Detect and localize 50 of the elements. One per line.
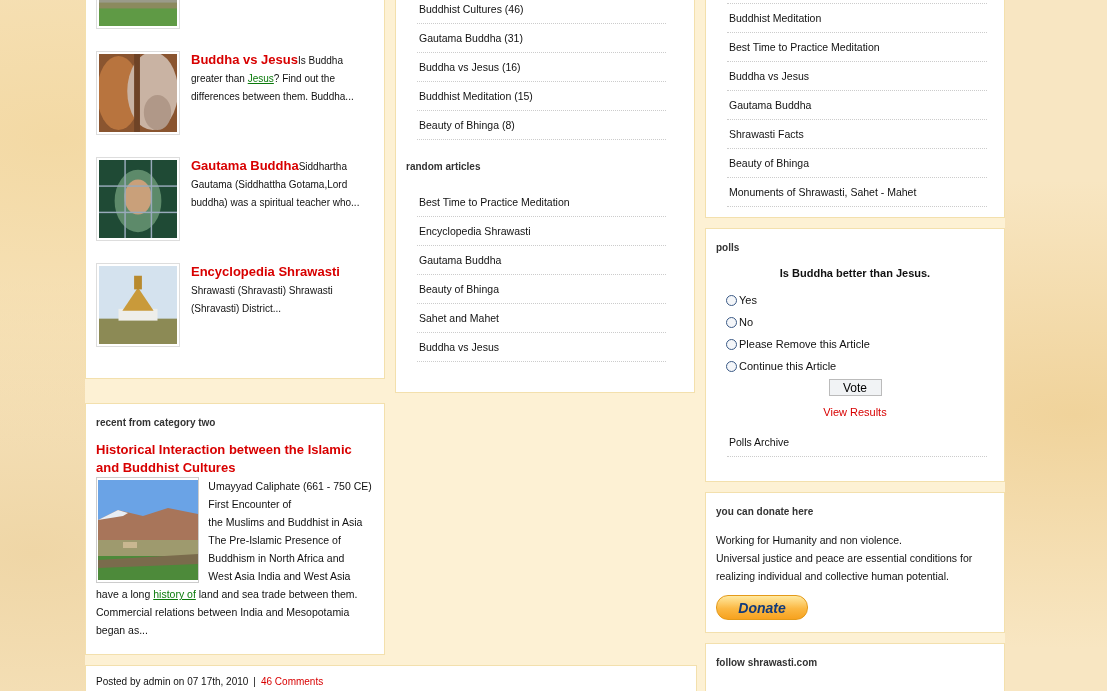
article-title-link[interactable]: Buddha vs Jesus	[191, 52, 298, 67]
article-excerpt: Buddha vs JesusIs Buddha greater than Jesus? Find out the differences between them. Buddha...	[191, 51, 355, 104]
donate-text: Working for Humanity and non violence. Universal justice and peace are essential conditions for realizing individual and collective human potential.	[716, 533, 974, 584]
category-link[interactable]: Buddhist Meditation (15)	[419, 90, 533, 102]
article-link[interactable]: Encyclopedia Shrawasti	[419, 225, 531, 237]
radio-button[interactable]	[726, 360, 737, 372]
article-link[interactable]: Buddha vs Jesus	[729, 70, 809, 82]
section-heading: recent from category two	[96, 416, 217, 430]
article-excerpt: Encyclopedia Shrawasti Shrawasti (Shravasti) Shrawasti (Shravasti) District...	[191, 263, 341, 316]
category-link[interactable]: Beauty of Bhinga (8)	[419, 119, 515, 131]
article-link[interactable]: Monuments of Shrawasti, Sahet - Mahet	[729, 186, 917, 198]
article-link[interactable]: Gautama Buddha	[419, 254, 502, 266]
option-label: Continue this Article	[739, 360, 837, 372]
radio-button[interactable]	[726, 338, 737, 350]
article-title-link[interactable]: Historical Interaction between the Islamic and Buddhist Cultures	[96, 441, 374, 477]
article-link[interactable]: Best Time to Practice Meditation	[419, 196, 570, 208]
article-link[interactable]: Buddhist Meditation	[729, 12, 822, 24]
article-excerpt: Gautama BuddhaSiddhartha Gautama (Siddhattha Gotama,Lord buddha) was a spiritual teacher who...	[191, 157, 361, 210]
tag-link[interactable]: history of	[153, 588, 196, 600]
category-link[interactable]: Gautama Buddha (31)	[419, 32, 523, 44]
article-excerpt: have a long history of land and sea trade between them. Commercial relations between India and Mesopotamia began as...	[96, 587, 359, 638]
article-link[interactable]: Sahet and Mahet	[419, 312, 499, 324]
separator: |	[253, 676, 256, 687]
radio-button[interactable]	[726, 294, 737, 306]
article-link[interactable]: Shrawasti Facts	[729, 128, 804, 140]
option-label: No	[739, 316, 754, 328]
article-link[interactable]: Gautama Buddha	[729, 99, 812, 111]
article-title-link[interactable]: Encyclopedia Shrawasti	[191, 264, 340, 279]
category-link[interactable]: Buddhist Cultures (46)	[419, 3, 524, 15]
tag-link[interactable]: Jesus	[247, 73, 274, 84]
section-heading: random articles	[406, 160, 482, 174]
section-heading: follow shrawasti.com	[716, 656, 819, 670]
polls-archive-link[interactable]: Polls Archive	[729, 436, 790, 448]
view-results-link[interactable]: View Results	[823, 406, 887, 418]
article-link[interactable]: Beauty of Bhinga	[729, 157, 809, 169]
radio-button[interactable]	[726, 316, 737, 328]
post-meta: Posted by admin on 07 17th, 2010	[96, 676, 249, 687]
article-link[interactable]: Best Time to Practice Meditation	[729, 41, 880, 53]
vote-button[interactable]: Vote	[828, 379, 882, 396]
section-heading: polls	[716, 241, 741, 255]
comments-link[interactable]: 46 Comments	[260, 676, 324, 687]
article-link[interactable]: Buddha vs Jesus	[419, 341, 499, 353]
option-label: Yes	[739, 294, 757, 306]
poll-question: Is Buddha better than Jesus.	[778, 267, 932, 279]
category-link[interactable]: Buddha vs Jesus (16)	[419, 61, 521, 73]
article-title-link[interactable]: Gautama Buddha	[191, 158, 299, 173]
section-heading: you can donate here	[716, 505, 815, 519]
donate-button[interactable]: Donate	[716, 595, 808, 620]
article-link[interactable]: Beauty of Bhinga	[419, 283, 499, 295]
option-label: Please Remove this Article	[739, 338, 870, 350]
